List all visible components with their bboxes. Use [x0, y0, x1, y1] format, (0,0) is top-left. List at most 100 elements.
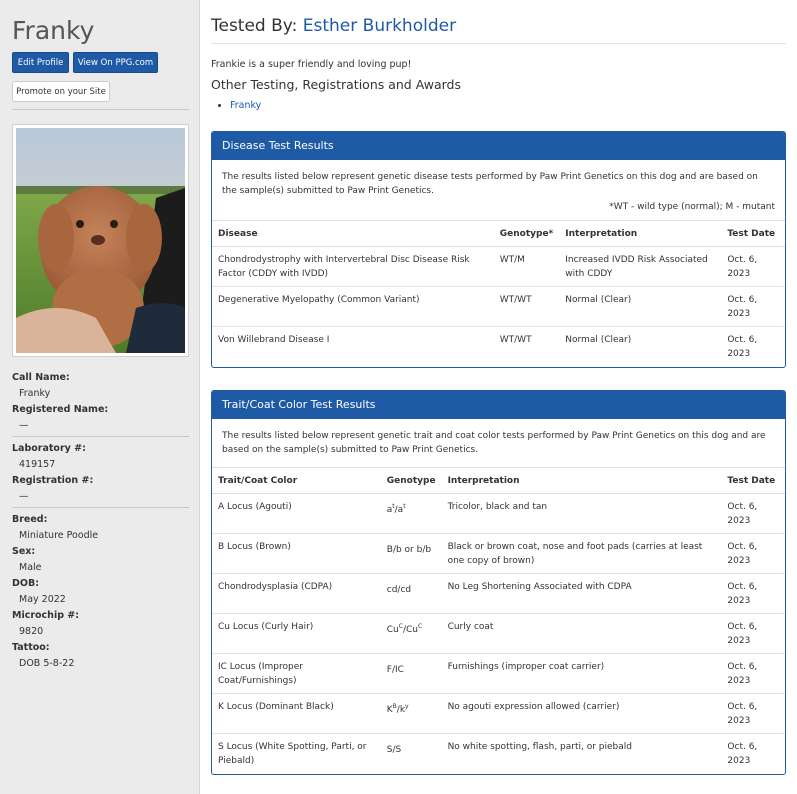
- dog-photo: [12, 124, 189, 357]
- breed-value: Miniature Poodle: [19, 530, 99, 541]
- table-row: Von Willebrand Disease I WT/WT Normal (C…: [212, 326, 785, 367]
- table-row: Chondrodystrophy with Intervertebral Dis…: [212, 246, 785, 287]
- test-date: Oct. 6, 2023: [721, 493, 785, 534]
- microchip-value: 9820: [19, 626, 44, 637]
- interpretation: Curly coat: [441, 613, 722, 654]
- interpretation: Black or brown coat, nose and foot pads …: [441, 533, 722, 574]
- test-date: Oct. 6, 2023: [721, 613, 785, 654]
- profile-sidebar: Franky Edit Profile View On PPG.com Prom…: [0, 0, 200, 794]
- genotype: S/S: [380, 733, 442, 774]
- dog-info-group-2: Laboratory #: 419157 Registration #: —: [12, 441, 192, 505]
- column-header: Interpretation: [441, 467, 722, 494]
- laboratory-number-value: 419157: [19, 459, 56, 470]
- table-row: S Locus (White Spotting, Parti, or Pieba…: [212, 733, 785, 774]
- tattoo-label: Tattoo:: [12, 642, 50, 653]
- genotype: B/b or b/b: [380, 533, 442, 574]
- panel-title: Trait/Coat Color Test Results: [212, 391, 785, 419]
- column-header: Genotype: [380, 467, 442, 494]
- tattoo-value: DOB 5-8-22: [19, 658, 75, 669]
- dob-value: May 2022: [19, 594, 66, 605]
- genotype: cd/cd: [380, 573, 442, 614]
- dog-photo-image: [16, 128, 185, 353]
- panel-intro: The results listed below represent genet…: [222, 431, 766, 455]
- call-name-label: Call Name:: [12, 372, 70, 383]
- table-row: K Locus (Dominant Black) KB/ky No agouti…: [212, 693, 785, 734]
- genotype: CuC/CuC: [380, 613, 442, 654]
- trait-name: Cu Locus (Curly Hair): [212, 613, 381, 654]
- trait-name: B Locus (Brown): [212, 533, 381, 574]
- interpretation: No white spotting, flash, parti, or pieb…: [441, 733, 722, 774]
- trait-name: Chondrodysplasia (CDPA): [212, 573, 381, 614]
- interpretation: Normal (Clear): [559, 286, 722, 327]
- test-date: Oct. 6, 2023: [721, 246, 785, 287]
- interpretation: Furnishings (improper coat carrier): [441, 653, 722, 694]
- genotype: WT/M: [493, 246, 560, 287]
- interpretation: Increased IVDD Risk Associated with CDDY: [559, 246, 722, 287]
- panel-title: Disease Test Results: [212, 132, 785, 160]
- test-date: Oct. 6, 2023: [721, 286, 785, 327]
- trait-name: IC Locus (Improper Coat/Furnishings): [212, 653, 381, 694]
- registered-name-value: —: [19, 420, 29, 431]
- disease-name: Chondrodystrophy with Intervertebral Dis…: [212, 246, 494, 287]
- column-header: Test Date: [721, 220, 785, 247]
- registered-name-label: Registered Name:: [12, 404, 109, 415]
- table-row: Chondrodysplasia (CDPA) cd/cd No Leg Sho…: [212, 573, 785, 614]
- divider: [211, 43, 786, 44]
- dog-info-group-1: Call Name: Franky Registered Name: —: [12, 370, 192, 434]
- disease-table: Disease Genotype* Interpretation Test Da…: [212, 220, 785, 367]
- divider: [12, 109, 189, 110]
- trait-name: S Locus (White Spotting, Parti, or Pieba…: [212, 733, 381, 774]
- table-row: Cu Locus (Curly Hair) CuC/CuC Curly coat…: [212, 613, 785, 654]
- view-on-ppg-button[interactable]: View On PPG.com: [73, 52, 158, 73]
- dob-label: DOB:: [12, 578, 40, 589]
- interpretation: Normal (Clear): [559, 326, 722, 367]
- franky-link[interactable]: Franky: [230, 100, 261, 111]
- trait-name: A Locus (Agouti): [212, 493, 381, 534]
- call-name-value: Franky: [19, 388, 51, 399]
- test-date: Oct. 6, 2023: [721, 533, 785, 574]
- list-item: Franky: [230, 100, 261, 111]
- test-date: Oct. 6, 2023: [721, 326, 785, 367]
- trait-name: K Locus (Dominant Black): [212, 693, 381, 734]
- disease-results-panel: Disease Test Results The results listed …: [211, 131, 786, 368]
- column-header: Trait/Coat Color: [212, 467, 381, 494]
- table-header-row: Trait/Coat Color Genotype Interpretation…: [212, 467, 785, 494]
- sex-value: Male: [19, 562, 42, 573]
- dog-description: Frankie is a super friendly and loving p…: [211, 59, 412, 70]
- table-row: B Locus (Brown) B/b or b/b Black or brow…: [212, 533, 785, 574]
- other-testing-title: Other Testing, Registrations and Awards: [211, 77, 462, 92]
- edit-profile-button[interactable]: Edit Profile: [12, 52, 69, 73]
- trait-table: Trait/Coat Color Genotype Interpretation…: [212, 467, 785, 774]
- test-date: Oct. 6, 2023: [721, 573, 785, 614]
- sex-label: Sex:: [12, 546, 36, 557]
- tested-by-label: Tested By:: [211, 16, 298, 36]
- genotype-note: *WT - wild type (normal); M - mutant: [609, 202, 775, 212]
- dog-info-group-3: Breed: Miniature Poodle Sex: Male DOB: M…: [12, 512, 192, 672]
- genotype: WT/WT: [493, 326, 560, 367]
- tester-name-link[interactable]: Esther Burkholder: [303, 16, 456, 36]
- breed-label: Breed:: [12, 514, 48, 525]
- interpretation: No agouti expression allowed (carrier): [441, 693, 722, 734]
- column-header: Interpretation: [559, 220, 722, 247]
- genotype: at/at: [380, 493, 442, 534]
- interpretation: Tricolor, black and tan: [441, 493, 722, 534]
- column-header: Test Date: [721, 467, 785, 494]
- column-header: Disease: [212, 220, 494, 247]
- table-row: A Locus (Agouti) at/at Tricolor, black a…: [212, 493, 785, 534]
- test-date: Oct. 6, 2023: [721, 733, 785, 774]
- table-row: IC Locus (Improper Coat/Furnishings) F/I…: [212, 653, 785, 694]
- table-header-row: Disease Genotype* Interpretation Test Da…: [212, 220, 785, 247]
- laboratory-number-label: Laboratory #:: [12, 443, 86, 454]
- test-date: Oct. 6, 2023: [721, 653, 785, 694]
- tested-by-heading: Tested By: Esther Burkholder: [211, 16, 456, 36]
- disease-name: Von Willebrand Disease I: [212, 326, 494, 367]
- registration-number-label: Registration #:: [12, 475, 94, 486]
- promote-button[interactable]: Promote on your Site: [12, 81, 110, 102]
- divider: [12, 436, 189, 437]
- registration-number-value: —: [19, 491, 29, 502]
- other-testing-list: Franky: [230, 100, 261, 111]
- divider: [12, 507, 189, 508]
- interpretation: No Leg Shortening Associated with CDPA: [441, 573, 722, 614]
- microchip-label: Microchip #:: [12, 610, 80, 621]
- genotype: F/IC: [380, 653, 442, 694]
